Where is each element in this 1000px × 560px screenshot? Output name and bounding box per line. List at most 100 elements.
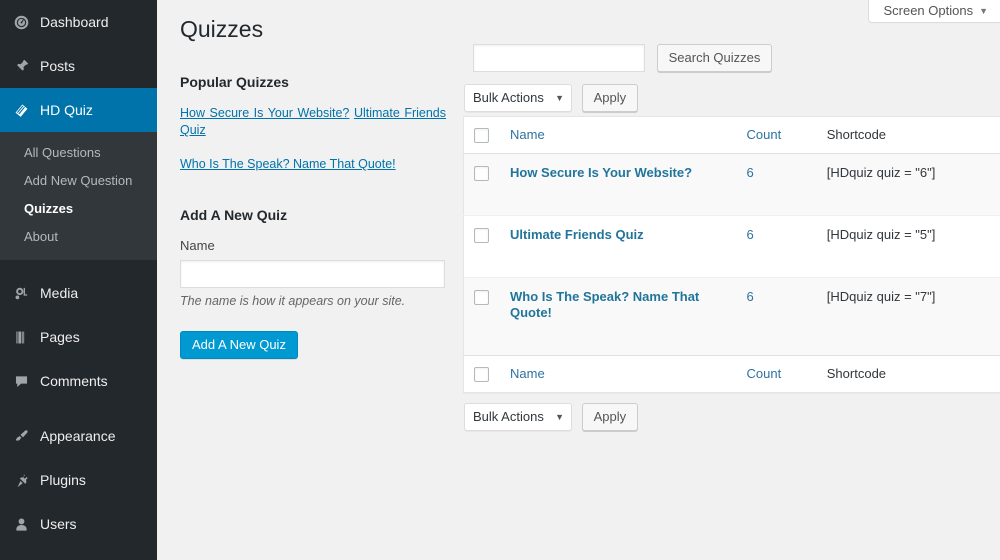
quizzes-table: Name Count Shortcode [463,116,1000,393]
tablenav-bottom: Bulk Actions ▼ Apply 3 items [463,403,1000,433]
search-quizzes-button[interactable]: Search Quizzes [657,44,773,72]
add-new-quiz-heading: Add A New Quiz [180,207,466,224]
column-footer-shortcode: Shortcode [817,356,1000,393]
row-select-cell [464,154,501,216]
sidebar-item-pages[interactable]: Pages [0,315,157,359]
screen-options-button[interactable]: Screen Options ▼ [868,0,1000,23]
select-all-footer [464,356,501,393]
column-header-shortcode: Shortcode [817,117,1000,154]
quiz-count-link[interactable]: 6 [747,289,754,304]
search-input[interactable] [473,44,645,72]
sidebar-item-label: Pages [31,330,80,344]
sidebar-item-hd-quiz[interactable]: HD Quiz [0,88,157,132]
row-shortcode-cell: [HDquiz quiz = "6"] [817,154,1000,216]
row-checkbox[interactable] [474,290,489,305]
row-count-cell: 6 [737,154,817,216]
sidebar-item-label: Users [31,517,77,531]
table-header-row: Name Count Shortcode [464,117,1000,154]
shortcode-header-label: Shortcode [827,127,886,142]
row-select-cell [464,216,501,278]
sidebar-item-label: HD Quiz [31,103,93,117]
row-select-cell [464,278,501,356]
row-name-cell: Who Is The Speak? Name That Quote! [500,278,737,356]
sidebar-item-plugins[interactable]: Plugins [0,458,157,502]
apply-button-bottom[interactable]: Apply [582,403,639,431]
quiz-name-label: Name [180,238,466,254]
screen-options-label: Screen Options [883,3,973,18]
quiz-name-input[interactable] [180,260,445,288]
dashboard-gauge-icon [11,12,31,32]
quiz-name-link[interactable]: How Secure Is Your Website? [510,165,692,180]
sidebar-item-label: Plugins [31,473,86,487]
submenu-item-quizzes[interactable]: Quizzes [0,195,157,223]
add-a-new-quiz-button[interactable]: Add A New Quiz [180,331,298,359]
quiz-name-description: The name is how it appears on your site. [180,293,466,309]
row-shortcode-cell: [HDquiz quiz = "5"] [817,216,1000,278]
pages-icon [11,327,31,347]
column-header-name: Name [500,117,737,154]
table-body: How Secure Is Your Website? 6 [HDquiz qu… [464,154,1000,356]
row-count-cell: 6 [737,216,817,278]
quiz-count-link[interactable]: 6 [747,165,754,180]
popular-quiz-link[interactable]: How Secure Is Your Website? [180,106,349,120]
popular-quiz-link[interactable]: Who Is The Speak? Name That Quote! [180,157,396,171]
select-all-header [464,117,501,154]
column-footer-count: Count [737,356,817,393]
row-shortcode-cell: [HDquiz quiz = "7"] [817,278,1000,356]
column-header-count: Count [737,117,817,154]
sidebar-item-posts[interactable]: Posts [0,44,157,88]
table-foot: Name Count Shortcode [464,356,1000,393]
quiz-name-link[interactable]: Ultimate Friends Quiz [510,227,644,242]
screen-meta-links: Screen Options ▼ [868,0,1000,24]
admin-sidebar: Dashboard Posts HD Quiz All Questions Ad… [0,0,157,560]
popular-quizzes-links: How Secure Is Your Website? Ultimate Fri… [180,105,446,173]
quiz-count-link[interactable]: 6 [747,227,754,242]
row-count-cell: 6 [737,278,817,356]
chevron-down-icon: ▼ [979,6,988,16]
quiz-name-link[interactable]: Who Is The Speak? Name That Quote! [510,289,699,320]
row-checkbox[interactable] [474,166,489,181]
apply-button-top[interactable]: Apply [582,84,639,112]
menu-separator [0,403,157,414]
add-new-quiz-form: Add A New Quiz Name The name is how it a… [180,207,466,359]
select-all-checkbox-top[interactable] [474,128,489,143]
wp-admin-screen: Dashboard Posts HD Quiz All Questions Ad… [0,0,1000,560]
sidebar-item-dashboard[interactable]: Dashboard [0,0,157,44]
sidebar-item-appearance[interactable]: Appearance [0,414,157,458]
sidebar-item-label: Appearance [31,429,116,443]
submenu-item-about[interactable]: About [0,223,157,251]
user-icon [11,514,31,534]
menu-separator [0,260,157,271]
tablenav-top: Bulk Actions ▼ Apply 3 items [463,84,1000,114]
bulk-actions-label: Bulk Actions [473,409,544,424]
pushpin-icon [11,56,31,76]
sort-by-name-link-bottom[interactable]: Name [510,366,545,381]
column-footer-name: Name [500,356,737,393]
sidebar-item-comments[interactable]: Comments [0,359,157,403]
bulk-actions-label: Bulk Actions [473,90,544,105]
media-camera-icon [11,283,31,303]
submenu-item-add-new-question[interactable]: Add New Question [0,167,157,195]
sidebar-item-label: Dashboard [31,15,109,29]
submenu-item-all-questions[interactable]: All Questions [0,139,157,167]
row-name-cell: Ultimate Friends Quiz [500,216,737,278]
plug-icon [11,470,31,490]
bulk-actions-select-bottom[interactable]: Bulk Actions ▼ [464,403,572,431]
sidebar-item-users[interactable]: Users [0,502,157,546]
select-all-checkbox-bottom[interactable] [474,367,489,382]
main-content: Screen Options▼ Quizzes Popular Quizzes … [157,0,1000,560]
sidebar-item-label: Comments [31,374,108,388]
sort-by-count-link-bottom[interactable]: Count [747,366,782,381]
right-column: Search Quizzes Bulk Actions ▼ Apply 3 it… [463,44,1000,433]
sidebar-item-label: Posts [31,59,75,73]
chevron-down-icon: ▼ [555,404,564,430]
row-checkbox[interactable] [474,228,489,243]
search-box: Search Quizzes [463,44,1000,72]
sort-by-count-link[interactable]: Count [747,127,782,142]
chevron-down-icon: ▼ [555,85,564,111]
sidebar-item-media[interactable]: Media [0,271,157,315]
left-column: Popular Quizzes How Secure Is Your Websi… [180,74,466,359]
sort-by-name-link[interactable]: Name [510,127,545,142]
row-name-cell: How Secure Is Your Website? [500,154,737,216]
bulk-actions-select-top[interactable]: Bulk Actions ▼ [464,84,572,112]
